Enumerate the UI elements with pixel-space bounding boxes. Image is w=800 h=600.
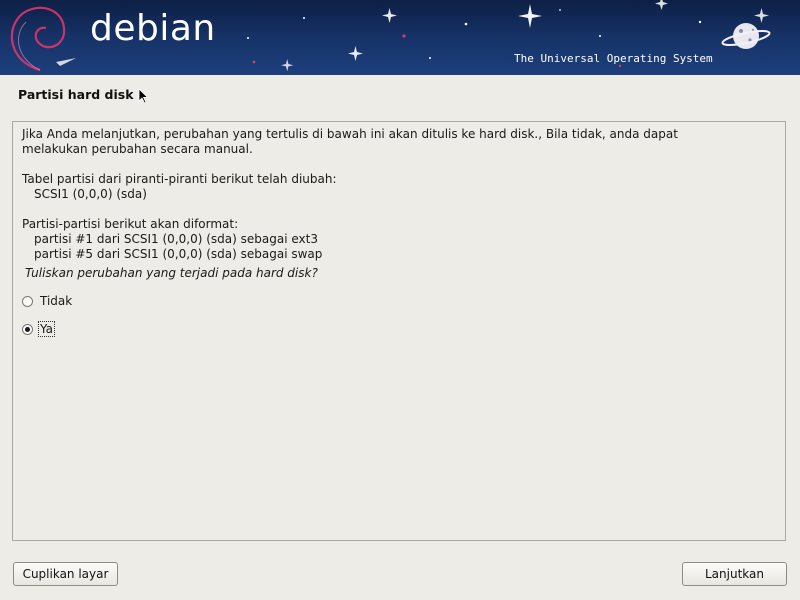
format-heading: Partisi-partisi berikut akan diformat: [22,217,239,231]
radio-label-ya[interactable]: Ya [38,321,56,337]
radio-icon[interactable] [22,323,33,335]
intro-text-line-2: melakukan perubahan secara manual. [22,142,253,156]
intro-text-line-1: Jika Anda melanjutkan, perubahan yang te… [22,127,678,141]
debian-banner: debian The Universal Operating System [0,0,800,75]
question-text: Tuliskan perubahan yang terjadi pada har… [25,266,318,280]
banner-tagline: The Universal Operating System [514,52,713,65]
tables-item: SCSI1 (0,0,0) (sda) [34,187,147,201]
tables-heading: Tabel partisi dari piranti-piranti berik… [22,172,337,186]
radio-option-ya[interactable]: Ya [22,320,56,338]
debian-swirl-icon [10,6,66,72]
planet-icon [721,23,771,49]
radio-icon[interactable] [22,295,33,307]
format-item-2: partisi #5 dari SCSI1 (0,0,0) (sda) seba… [34,247,323,261]
content-panel: Jika Anda melanjutkan, perubahan yang te… [12,121,786,541]
debian-logo-text: debian [90,8,216,49]
page-title: Partisi hard disk [18,87,134,102]
radio-label-tidak[interactable]: Tidak [40,294,72,308]
radio-option-tidak[interactable]: Tidak [22,292,72,310]
format-item-1: partisi #1 dari SCSI1 (0,0,0) (sda) seba… [34,232,318,246]
mouse-cursor-icon [138,88,148,104]
screenshot-button[interactable]: Cuplikan layar [13,562,118,586]
continue-button[interactable]: Lanjutkan [682,562,787,586]
